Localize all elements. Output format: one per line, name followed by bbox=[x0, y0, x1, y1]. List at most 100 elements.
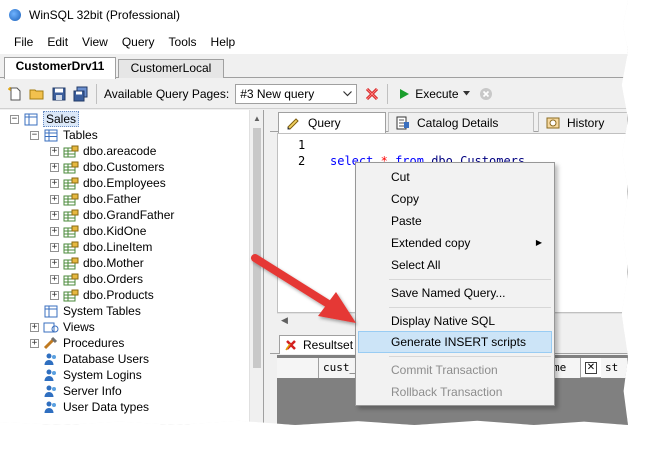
collapse-icon[interactable]: − bbox=[10, 114, 19, 124]
expand-icon[interactable]: + bbox=[50, 290, 59, 300]
catalog-tree[interactable]: − Sales − Tables + dbo.areacode + dbo.Cust… bbox=[0, 110, 264, 425]
menu-separator bbox=[389, 279, 551, 280]
collapse-icon[interactable]: − bbox=[30, 130, 39, 140]
tree-label: Procedures bbox=[63, 336, 125, 350]
menu-help[interactable]: Help bbox=[204, 30, 243, 54]
tree-label: Server Info bbox=[63, 384, 122, 398]
tree-node-views[interactable]: + Views bbox=[30, 319, 95, 335]
table-icon bbox=[63, 288, 79, 302]
tree-node-tables[interactable]: − Tables bbox=[30, 127, 98, 143]
menu-display-native-sql[interactable]: Display Native SQL bbox=[358, 310, 552, 332]
server-info-icon bbox=[43, 384, 59, 398]
menu-extended-copy-label: Extended copy bbox=[391, 236, 471, 250]
scroll-up-icon[interactable]: ▲ bbox=[253, 114, 261, 123]
line-number: 2 bbox=[298, 154, 306, 168]
menu-copy[interactable]: Copy bbox=[358, 188, 552, 210]
save-button[interactable] bbox=[48, 83, 70, 105]
scroll-thumb[interactable] bbox=[253, 128, 261, 368]
tree-node-table[interactable]: + dbo.Orders bbox=[50, 271, 143, 287]
database-icon bbox=[23, 112, 39, 126]
tab-history[interactable]: History bbox=[538, 112, 628, 132]
tree-node-sales[interactable]: − Sales bbox=[10, 111, 80, 127]
menu-extended-copy[interactable]: Extended copy ▶ bbox=[358, 232, 552, 254]
expand-icon[interactable]: + bbox=[50, 226, 59, 236]
menu-edit[interactable]: Edit bbox=[40, 30, 75, 54]
tree-label: Sales bbox=[43, 111, 80, 127]
query-page-value: #3 New query bbox=[240, 86, 315, 101]
tree-node-database-users[interactable]: Database Users bbox=[43, 351, 149, 367]
tab-history-label: History bbox=[567, 115, 605, 130]
conn-tab-customerdrv11[interactable]: CustomerDrv11 bbox=[4, 57, 116, 79]
grid-column-header[interactable]: st bbox=[601, 358, 628, 378]
tree-node-table[interactable]: + dbo.Father bbox=[50, 191, 141, 207]
stop-button[interactable] bbox=[475, 83, 497, 105]
data-types-icon bbox=[43, 400, 59, 414]
save-all-button[interactable] bbox=[70, 83, 92, 105]
toolbar-separator bbox=[96, 83, 97, 104]
tree-scrollbar[interactable]: ▲ bbox=[249, 110, 263, 425]
table-icon bbox=[63, 208, 79, 222]
window-title: WinSQL 32bit (Professional) bbox=[29, 8, 180, 22]
scroll-left-icon[interactable]: ◀ bbox=[281, 315, 288, 326]
menu-paste[interactable]: Paste bbox=[358, 210, 552, 232]
save-all-icon bbox=[73, 86, 88, 101]
expand-icon[interactable]: + bbox=[50, 146, 59, 156]
line-gutter: 1 2 bbox=[278, 134, 322, 312]
expand-icon[interactable]: + bbox=[50, 258, 59, 268]
expand-icon[interactable]: + bbox=[50, 210, 59, 220]
tree-node-table[interactable]: + dbo.Products bbox=[50, 287, 154, 303]
menu-view[interactable]: View bbox=[75, 30, 115, 54]
execute-dropdown-button[interactable] bbox=[459, 83, 475, 105]
checkbox-x-icon[interactable]: ✕ bbox=[585, 362, 597, 374]
menu-query[interactable]: Query bbox=[115, 30, 162, 54]
chevron-down-icon bbox=[343, 90, 353, 96]
tree-node-table[interactable]: + dbo.Employees bbox=[50, 175, 166, 191]
menu-generate-insert-scripts[interactable]: Generate INSERT scripts bbox=[358, 331, 552, 353]
tab-query[interactable]: Query bbox=[278, 112, 386, 133]
tree-node-table[interactable]: + dbo.areacode bbox=[50, 143, 156, 159]
expand-icon[interactable]: + bbox=[50, 242, 59, 252]
menu-tools[interactable]: Tools bbox=[162, 30, 204, 54]
logins-icon bbox=[43, 368, 59, 382]
execute-button[interactable]: Execute bbox=[398, 87, 459, 101]
tab-catalog-details[interactable]: Catalog Details bbox=[388, 112, 534, 132]
table-icon bbox=[63, 224, 79, 238]
history-icon bbox=[546, 117, 560, 128]
menu-rollback-transaction[interactable]: Rollback Transaction bbox=[358, 381, 552, 403]
menu-bar: File Edit View Query Tools Help bbox=[0, 30, 628, 54]
menu-commit-transaction[interactable]: Commit Transaction bbox=[358, 359, 552, 381]
tree-node-table[interactable]: + dbo.LineItem bbox=[50, 239, 152, 255]
tree-node-system-logins[interactable]: System Logins bbox=[43, 367, 142, 383]
tree-node-table[interactable]: + dbo.KidOne bbox=[50, 223, 146, 239]
menu-cut[interactable]: Cut bbox=[358, 166, 552, 188]
tree-node-user-data-types[interactable]: User Data types bbox=[43, 399, 149, 415]
open-button[interactable] bbox=[26, 83, 48, 105]
menu-save-named-query[interactable]: Save Named Query... bbox=[358, 282, 552, 304]
tree-node-table[interactable]: + dbo.Mother bbox=[50, 255, 144, 271]
tree-label: dbo.KidOne bbox=[83, 224, 147, 238]
tree-label: dbo.LineItem bbox=[83, 240, 153, 254]
expand-icon[interactable]: + bbox=[30, 322, 39, 332]
grid-row-header bbox=[277, 358, 319, 378]
menu-separator bbox=[389, 307, 551, 308]
expand-icon[interactable]: + bbox=[50, 162, 59, 172]
table-icon bbox=[63, 256, 79, 270]
expand-icon[interactable]: + bbox=[50, 178, 59, 188]
conn-tab-customerlocal[interactable]: CustomerLocal bbox=[118, 59, 224, 78]
tree-node-table[interactable]: + dbo.Customers bbox=[50, 159, 164, 175]
menu-select-all[interactable]: Select All bbox=[358, 254, 552, 276]
close-query-page-button[interactable] bbox=[361, 83, 383, 105]
tree-node-system-tables[interactable]: System Tables bbox=[43, 303, 141, 319]
expand-icon[interactable]: + bbox=[50, 274, 59, 284]
expand-icon[interactable]: + bbox=[30, 338, 39, 348]
menu-file[interactable]: File bbox=[7, 30, 40, 54]
expand-icon[interactable]: + bbox=[50, 194, 59, 204]
tree-node-procedures[interactable]: + Procedures bbox=[30, 335, 124, 351]
tree-node-table[interactable]: + dbo.GrandFather bbox=[50, 207, 174, 223]
table-icon bbox=[63, 176, 79, 190]
tree-node-server-info[interactable]: Server Info bbox=[43, 383, 122, 399]
query-page-select[interactable]: #3 New query bbox=[235, 83, 358, 104]
users-icon bbox=[43, 352, 59, 366]
new-query-button[interactable] bbox=[4, 83, 26, 105]
tables-folder-icon bbox=[43, 128, 59, 142]
